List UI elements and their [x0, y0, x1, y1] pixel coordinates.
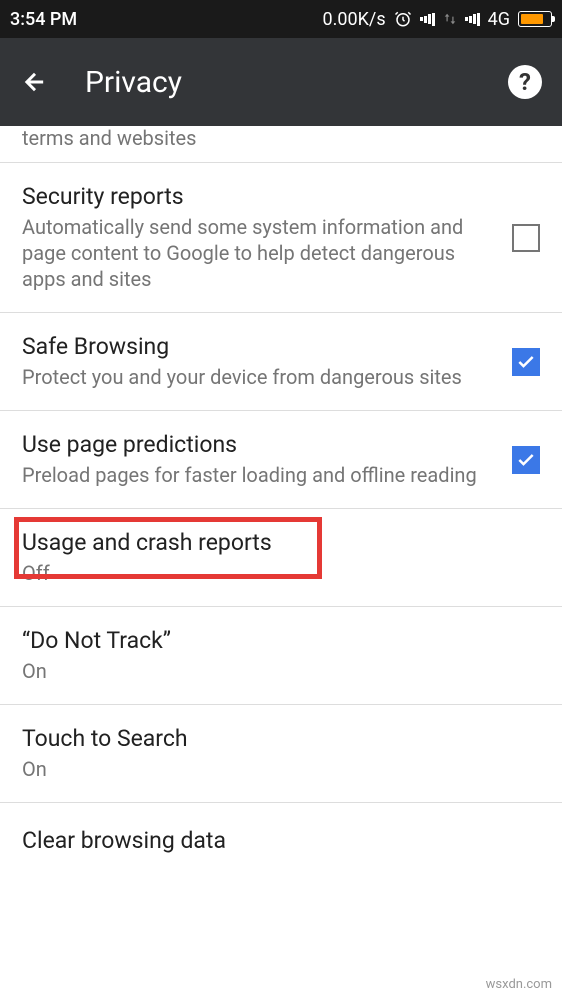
setting-touch-to-search[interactable]: Touch to Search On [0, 705, 562, 803]
checkbox-safe-browsing[interactable] [512, 348, 540, 376]
setting-title: Safe Browsing [22, 333, 492, 360]
setting-title: Clear browsing data [22, 827, 520, 854]
app-bar: Privacy ? [0, 38, 562, 126]
back-button[interactable] [20, 67, 50, 97]
setting-subtitle: On [22, 756, 520, 782]
battery-icon [518, 11, 552, 27]
setting-subtitle: Off [22, 560, 520, 586]
setting-subtitle: Automatically send some system informati… [22, 214, 492, 292]
setting-subtitle: Preload pages for faster loading and off… [22, 462, 492, 488]
help-button[interactable]: ? [508, 65, 542, 99]
setting-title: Security reports [22, 183, 492, 210]
network-label: 4G [488, 9, 510, 30]
setting-subtitle: Protect you and your device from dangero… [22, 364, 492, 390]
setting-title: “Do Not Track” [22, 627, 520, 654]
setting-safe-browsing[interactable]: Safe Browsing Protect you and your devic… [0, 313, 562, 411]
setting-do-not-track[interactable]: “Do Not Track” On [0, 607, 562, 705]
settings-list: terms and websites Security reports Auto… [0, 126, 562, 858]
setting-usage-crash-reports[interactable]: Usage and crash reports Off [0, 509, 562, 607]
setting-title: Use page predictions [22, 431, 492, 458]
status-indicators: 0.00K/s 4G [323, 9, 553, 30]
signal-icon-2 [465, 12, 480, 26]
checkbox-security-reports[interactable] [512, 224, 540, 252]
checkbox-page-predictions[interactable] [512, 446, 540, 474]
partial-prev-item[interactable]: terms and websites [0, 126, 562, 163]
signal-icon-1 [420, 12, 435, 26]
setting-title: Touch to Search [22, 725, 520, 752]
data-rate: 0.00K/s [323, 9, 386, 30]
setting-clear-browsing-data[interactable]: Clear browsing data [0, 803, 562, 858]
setting-title: Usage and crash reports [22, 529, 520, 556]
data-transfer-icon [443, 11, 457, 27]
watermark: wsxdn.com [486, 977, 552, 992]
setting-subtitle: On [22, 658, 520, 684]
setting-security-reports[interactable]: Security reports Automatically send some… [0, 163, 562, 313]
alarm-icon [394, 10, 412, 28]
status-time: 3:54 PM [10, 9, 77, 30]
status-bar: 3:54 PM 0.00K/s 4G [0, 0, 562, 38]
setting-page-predictions[interactable]: Use page predictions Preload pages for f… [0, 411, 562, 509]
page-title: Privacy [85, 65, 508, 100]
